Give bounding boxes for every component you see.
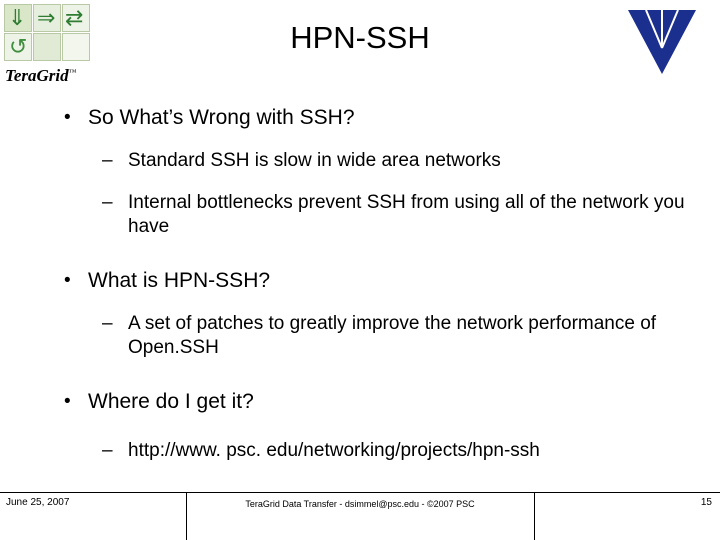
- slide-title: HPN-SSH: [290, 20, 430, 55]
- footer-attribution: TeraGrid Data Transfer - dsimmel@psc.edu…: [245, 499, 475, 509]
- bullet-text: So What’s Wrong with SSH?: [88, 106, 355, 129]
- sub-bullet-item-4: – http://www. psc. edu/networking/projec…: [56, 439, 686, 463]
- dash-marker: –: [102, 150, 113, 171]
- bullet-item-3: • Where do I get it?: [56, 388, 686, 415]
- bullet-item-1: • So What’s Wrong with SSH?: [56, 104, 686, 131]
- bullet-marker: •: [64, 107, 71, 128]
- logo-wordmark-text: TeraGrid: [5, 66, 69, 85]
- bullet-item-2: • What is HPN-SSH?: [56, 267, 686, 294]
- bullet-marker: •: [64, 270, 71, 291]
- sub-bullet-text: Internal bottlenecks prevent SSH from us…: [128, 192, 685, 237]
- bullet-marker: •: [64, 391, 71, 412]
- sub-bullet-text: A set of patches to greatly improve the …: [128, 313, 657, 358]
- sub-bullet-item-2: – Internal bottlenecks prevent SSH from …: [56, 191, 686, 239]
- bullet-text: Where do I get it?: [88, 390, 254, 413]
- footer-page-number: 15: [700, 497, 712, 508]
- logo-wordmark: TeraGrid™: [5, 66, 76, 86]
- sub-bullet-link-text: http://www. psc. edu/networking/projects…: [128, 440, 540, 461]
- sub-bullet-item-1: – Standard SSH is slow in wide area netw…: [56, 149, 686, 173]
- dash-marker: –: [102, 192, 113, 213]
- sub-bullet-text: Standard SSH is slow in wide area networ…: [128, 150, 501, 171]
- dash-marker: –: [102, 313, 113, 334]
- dash-marker: –: [102, 440, 113, 461]
- footer-divider: [0, 492, 720, 493]
- sub-bullet-item-3: – A set of patches to greatly improve th…: [56, 312, 686, 360]
- bullet-text: What is HPN-SSH?: [88, 269, 271, 292]
- logo-trademark: ™: [68, 67, 77, 77]
- slide: ⇓ ⇒ ⇄ ↺ TeraGrid™ HPN-SSH • So What’s Wr…: [0, 0, 720, 540]
- slide-body: • So What’s Wrong with SSH? – Standard S…: [56, 104, 686, 463]
